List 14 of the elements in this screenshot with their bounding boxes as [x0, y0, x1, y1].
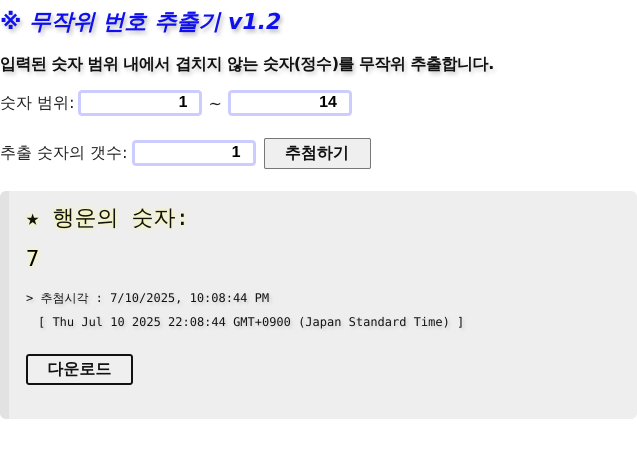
range-label: 숫자 범위: [0, 92, 74, 114]
range-end-field[interactable]: 14 [228, 90, 352, 116]
lucky-number: 7 [26, 247, 40, 272]
count-field[interactable]: 1 [132, 140, 256, 166]
download-button[interactable]: 다운로드 [26, 354, 133, 385]
description-text: 입력된 숫자 범위 내에서 겹치지 않는 숫자(정수)를 무작위 추출합니다. [0, 54, 494, 75]
range-separator: ~ [208, 94, 222, 112]
full-time-text: [ Thu Jul 10 2025 22:08:44 GMT+0900 (Japan Standard Time) ] [38, 315, 464, 329]
count-label: 추출 숫자의 갯수: [0, 142, 128, 164]
range-start-field[interactable]: 1 [78, 90, 202, 116]
app-title: ※ 무작위 번호 추출기 v1.2 [0, 9, 282, 37]
draw-time-text: > 추첨시각 : 7/10/2025, 10:08:44 PM [26, 290, 270, 307]
result-heading: ★ 행운의 숫자: [26, 205, 189, 233]
draw-button[interactable]: 추첨하기 [264, 138, 371, 168]
